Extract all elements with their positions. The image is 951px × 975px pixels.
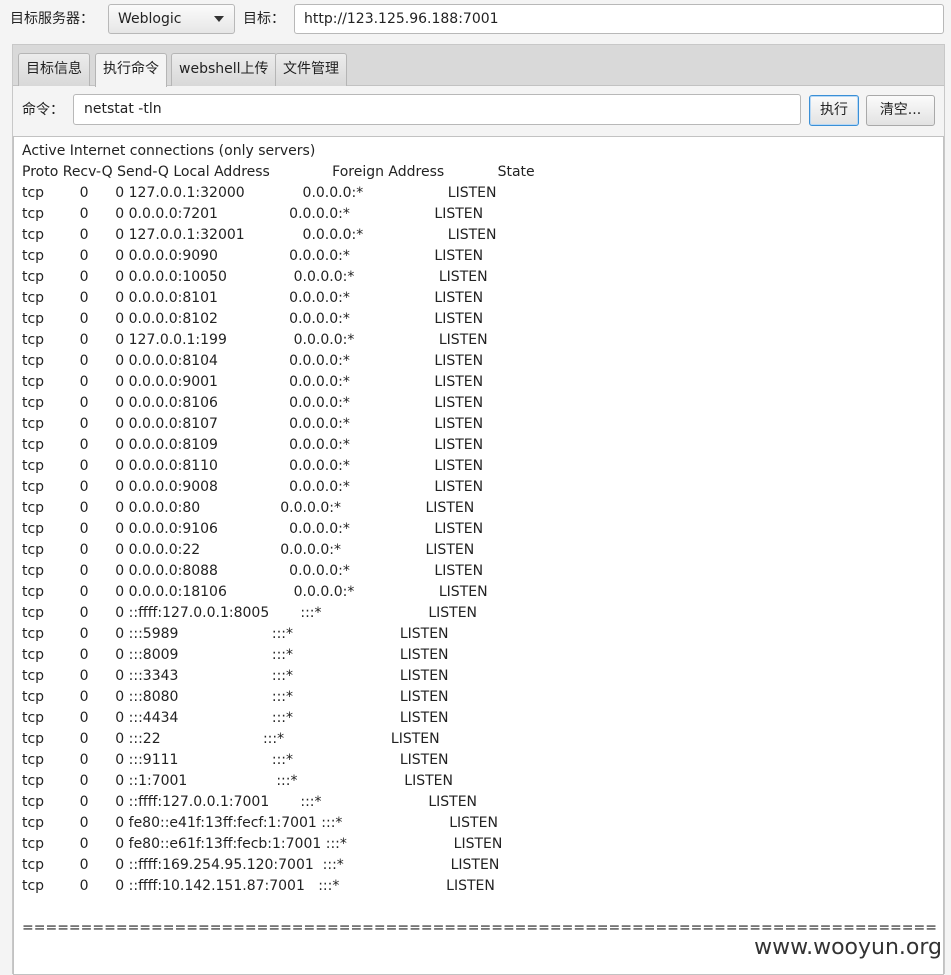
chevron-down-icon (214, 16, 224, 22)
output-line: tcp 0 0 0.0.0.0:8107 0.0.0.0:* LISTEN (22, 416, 484, 432)
server-type-value: Weblogic (118, 11, 182, 27)
output-line: tcp 0 0 0.0.0.0:22 0.0.0.0:* LISTEN (22, 542, 475, 558)
output-line: tcp 0 0 127.0.0.1:32000 0.0.0.0:* LISTEN (22, 185, 497, 201)
command-label: 命令： (22, 102, 64, 118)
output-line: tcp 0 0 0.0.0.0:8102 0.0.0.0:* LISTEN (22, 311, 484, 327)
output-line: tcp 0 0 0.0.0.0:9001 0.0.0.0:* LISTEN (22, 374, 484, 390)
output-line: tcp 0 0 0.0.0.0:9008 0.0.0.0:* LISTEN (22, 479, 484, 495)
output-line: tcp 0 0 :::22 :::* LISTEN (22, 731, 440, 747)
output-line: Active Internet connections (only server… (22, 143, 316, 159)
server-type-select[interactable]: Weblogic (108, 4, 235, 34)
tab-file-manager[interactable]: 文件管理 (275, 53, 347, 86)
output-line: tcp 0 0 ::ffff:127.0.0.1:7001 :::* LISTE… (22, 794, 478, 810)
output-line: tcp 0 0 ::ffff:10.142.151.87:7001 :::* L… (22, 878, 495, 894)
output-line: tcp 0 0 0.0.0.0:8106 0.0.0.0:* LISTEN (22, 395, 484, 411)
output-line: tcp 0 0 0.0.0.0:8088 0.0.0.0:* LISTEN (22, 563, 484, 579)
output-line: tcp 0 0 0.0.0.0:8109 0.0.0.0:* LISTEN (22, 437, 484, 453)
tab-webshell-upload[interactable]: webshell上传 (171, 53, 277, 86)
clear-button[interactable]: 清空... (866, 95, 935, 126)
tab-strip: 目标信息 执行命令 webshell上传 文件管理 (13, 45, 944, 87)
tab-pane: 目标信息 执行命令 webshell上传 文件管理 命令： netstat -t… (12, 44, 945, 975)
output-line: tcp 0 0 :::3343 :::* LISTEN (22, 668, 449, 684)
target-url-input[interactable] (294, 4, 944, 34)
tab-target-info[interactable]: 目标信息 (18, 53, 90, 86)
output-line: tcp 0 0 0.0.0.0:8104 0.0.0.0:* LISTEN (22, 353, 484, 369)
output-line: Proto Recv-Q Send-Q Local Address Foreig… (22, 164, 535, 180)
command-row: 命令： netstat -tln 执行 清空... (13, 86, 944, 134)
output-line: tcp 0 0 0.0.0.0:18106 0.0.0.0:* LISTEN (22, 584, 488, 600)
output-line: tcp 0 0 0.0.0.0:8110 0.0.0.0:* LISTEN (22, 458, 484, 474)
output-line: tcp 0 0 0.0.0.0:80 0.0.0.0:* LISTEN (22, 500, 475, 516)
output-line: tcp 0 0 :::5989 :::* LISTEN (22, 626, 449, 642)
output-line: tcp 0 0 :::8080 :::* LISTEN (22, 689, 449, 705)
execute-button[interactable]: 执行 (809, 95, 859, 126)
target-toolbar: 目标服务器： Weblogic 目标： (0, 0, 951, 40)
tab-execute-command[interactable]: 执行命令 (95, 53, 167, 87)
output-line: tcp 0 0 0.0.0.0:7201 0.0.0.0:* LISTEN (22, 206, 484, 222)
watermark: www.wooyun.org (754, 935, 942, 960)
output-line: tcp 0 0 :::9111 :::* LISTEN (22, 752, 449, 768)
output-line: tcp 0 0 0.0.0.0:10050 0.0.0.0:* LISTEN (22, 269, 488, 285)
output-line: tcp 0 0 fe80::e61f:13ff:fecb:1:7001 :::*… (22, 836, 503, 852)
output-line: tcp 0 0 0.0.0.0:9106 0.0.0.0:* LISTEN (22, 521, 484, 537)
output-line: tcp 0 0 0.0.0.0:8101 0.0.0.0:* LISTEN (22, 290, 484, 306)
output-text: Active Internet connections (only server… (22, 141, 937, 939)
command-output[interactable]: Active Internet connections (only server… (13, 136, 944, 975)
output-line: tcp 0 0 ::1:7001 :::* LISTEN (22, 773, 453, 789)
server-type-label: 目标服务器： (10, 11, 94, 27)
target-label: 目标： (243, 11, 285, 27)
output-line: tcp 0 0 :::8009 :::* LISTEN (22, 647, 449, 663)
output-line: tcp 0 0 :::4434 :::* LISTEN (22, 710, 449, 726)
output-line: tcp 0 0 127.0.0.1:199 0.0.0.0:* LISTEN (22, 332, 488, 348)
command-input[interactable]: netstat -tln (73, 94, 801, 125)
output-line: tcp 0 0 127.0.0.1:32001 0.0.0.0:* LISTEN (22, 227, 497, 243)
output-line: tcp 0 0 ::ffff:127.0.0.1:8005 :::* LISTE… (22, 605, 478, 621)
output-line: tcp 0 0 ::ffff:169.254.95.120:7001 :::* … (22, 857, 500, 873)
output-line: tcp 0 0 0.0.0.0:9090 0.0.0.0:* LISTEN (22, 248, 484, 264)
output-line: tcp 0 0 fe80::e41f:13ff:fecf:1:7001 :::*… (22, 815, 498, 831)
